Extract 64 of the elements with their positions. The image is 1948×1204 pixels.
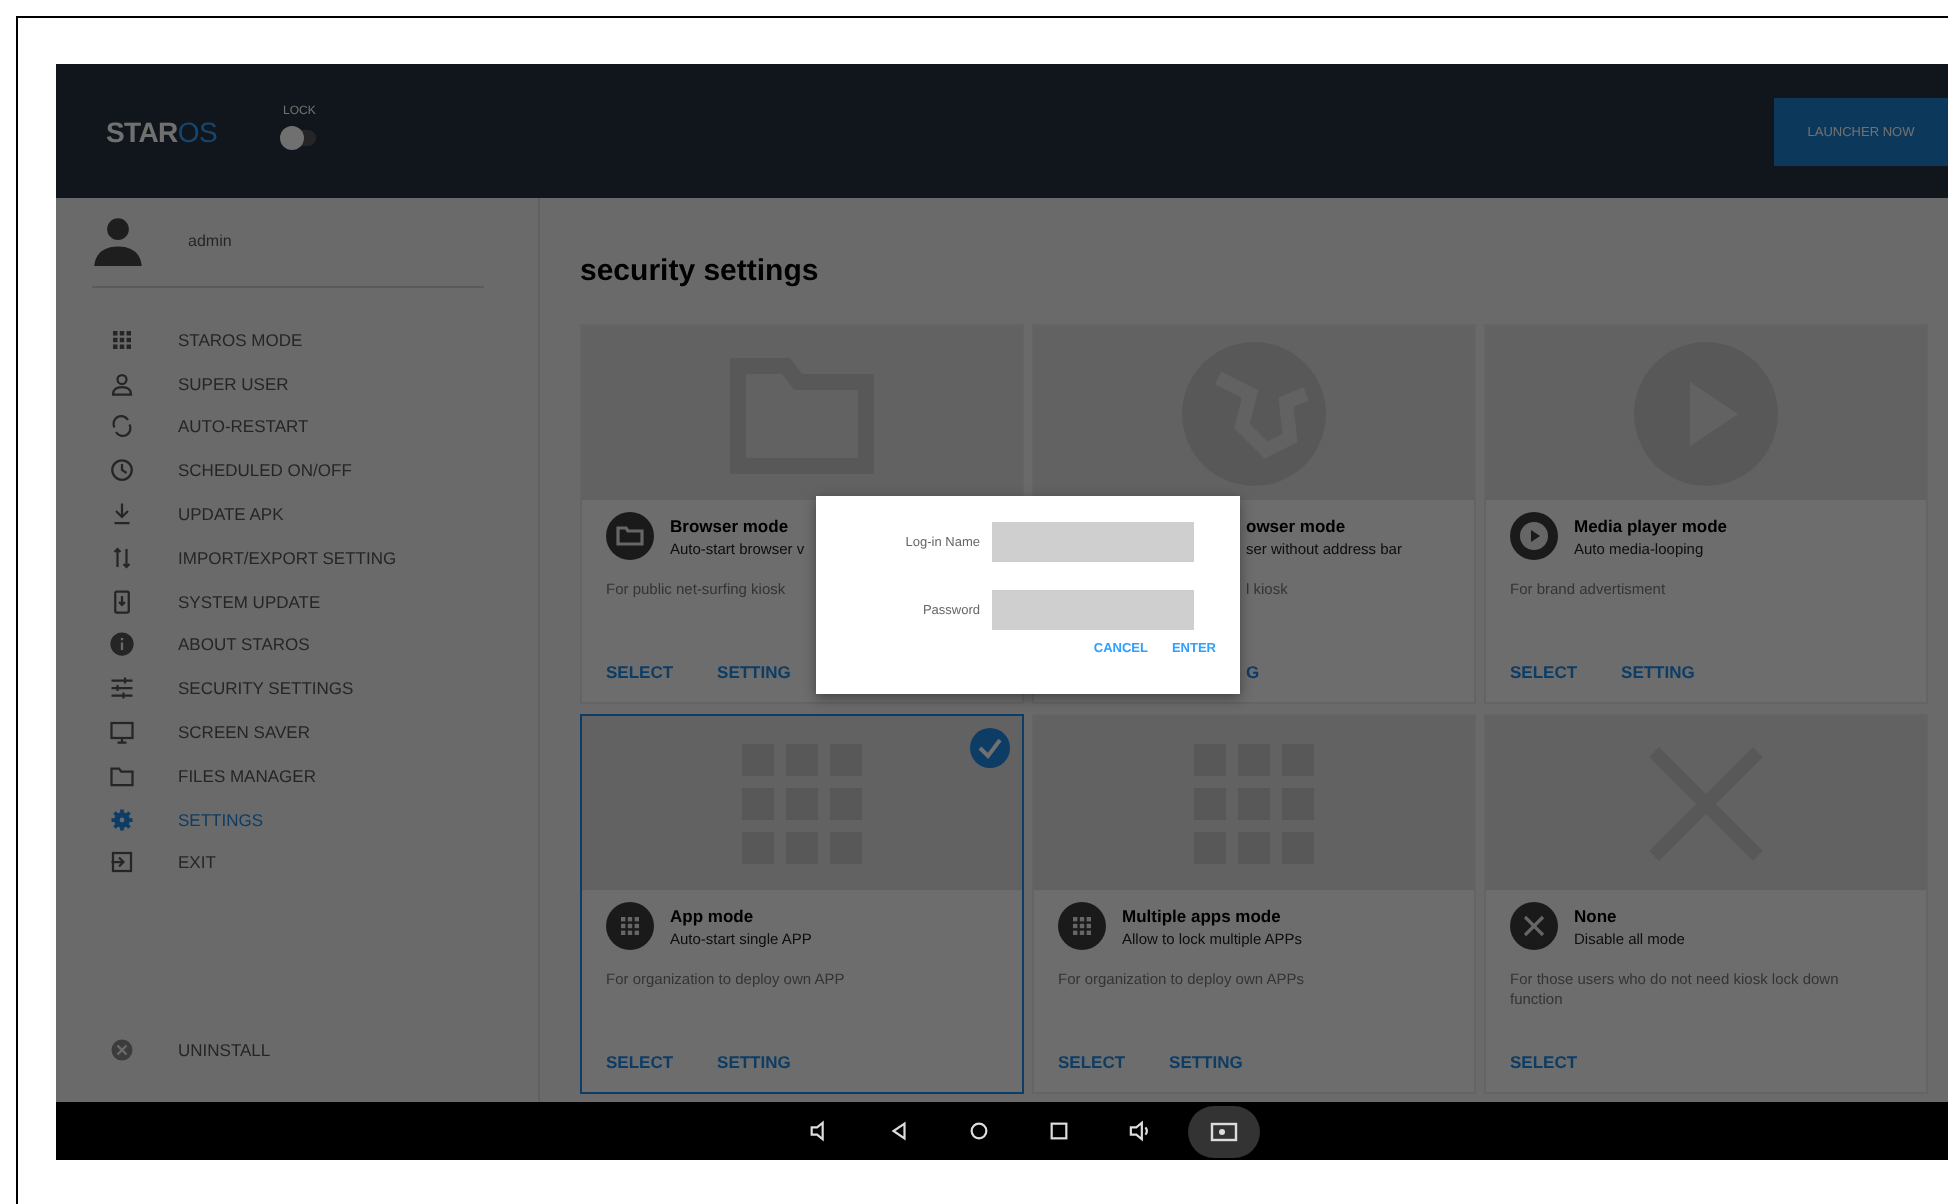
- mode-action-link[interactable]: SETTING: [717, 1052, 791, 1072]
- sliders-icon: [110, 676, 134, 701]
- clock-icon: [110, 458, 134, 483]
- volume-up-icon[interactable]: [1128, 1120, 1152, 1142]
- grid-icon: [1058, 902, 1106, 950]
- info-icon: [110, 632, 134, 657]
- sidebar-item[interactable]: FILES MANAGER: [56, 753, 538, 798]
- person-icon: [110, 371, 134, 396]
- volume-down-icon[interactable]: [808, 1120, 830, 1142]
- grid-icon: [606, 902, 654, 950]
- arrows-icon: [110, 545, 134, 570]
- mode-action-link[interactable]: SETTING: [1169, 1052, 1243, 1072]
- folder-icon: [110, 763, 134, 788]
- mode-action-link[interactable]: G: [1246, 662, 1260, 682]
- mode-title: Multiple apps mode: [1122, 905, 1283, 925]
- back-icon[interactable]: [888, 1120, 910, 1142]
- sidebar-item[interactable]: AUTO-RESTART: [56, 405, 538, 449]
- mode-title: Media player mode: [1574, 515, 1728, 535]
- mode-action-link[interactable]: SETTING: [717, 662, 791, 682]
- mode-action-link[interactable]: SELECT: [1510, 1052, 1578, 1072]
- gear-icon: [110, 807, 134, 832]
- staros-logo: STAROS: [106, 115, 218, 147]
- sidebar-item[interactable]: SCHEDULED ON/OFF: [56, 448, 538, 493]
- grid-icon: [110, 327, 134, 352]
- user-name: admin: [188, 231, 232, 249]
- mode-title: App mode: [670, 905, 756, 925]
- mode-action-link[interactable]: SELECT: [1058, 1052, 1126, 1072]
- monitor-icon: [110, 720, 134, 745]
- sidebar-item[interactable]: UPDATE APK: [56, 492, 538, 536]
- sidebar-item[interactable]: SETTINGS: [56, 797, 538, 842]
- download-icon: [110, 502, 134, 527]
- screenshot-icon: [1210, 1121, 1238, 1141]
- uninstall-item[interactable]: UNINSTALL: [56, 1038, 538, 1062]
- sidebar-item[interactable]: SUPER USER: [56, 361, 538, 406]
- mode-title: None: [1574, 905, 1619, 925]
- close-icon: [1510, 902, 1558, 950]
- sidebar-item[interactable]: SECURITY SETTINGS: [56, 666, 538, 711]
- mode-action-link[interactable]: SELECT: [606, 662, 674, 682]
- recents-icon[interactable]: [1048, 1120, 1070, 1142]
- mode-title: Browser mode: [670, 515, 791, 535]
- sidebar-item[interactable]: IMPORT/EXPORT SETTING: [56, 535, 538, 580]
- sidebar-item[interactable]: STAROS MODE: [56, 318, 538, 362]
- input-field[interactable]: [992, 590, 1194, 630]
- exit-icon: [110, 850, 134, 875]
- folder-icon: [606, 512, 654, 560]
- mode-action-link[interactable]: SELECT: [606, 1052, 674, 1072]
- page-title: security settings: [580, 254, 821, 288]
- sidebar-item[interactable]: ABOUT STAROS: [56, 623, 538, 667]
- sidebar-item[interactable]: SCREEN SAVER: [56, 710, 538, 754]
- checkmark-icon: [970, 728, 1010, 768]
- close-circle-icon: [110, 1038, 134, 1062]
- home-icon[interactable]: [968, 1120, 990, 1142]
- mode-title: owser mode: [1246, 515, 1348, 535]
- play-icon: [1510, 512, 1558, 560]
- sidebar-item[interactable]: EXIT: [56, 841, 538, 885]
- refresh-icon: [110, 414, 134, 439]
- mode-action-link[interactable]: SELECT: [1510, 662, 1578, 682]
- screenshot-button[interactable]: [1188, 1105, 1260, 1157]
- user-avatar-icon: [92, 214, 144, 266]
- sidebar-item[interactable]: SYSTEM UPDATE: [56, 579, 538, 624]
- lock-toggle[interactable]: [283, 129, 316, 145]
- phone-icon: [110, 589, 134, 614]
- input-field[interactable]: [992, 522, 1194, 562]
- mode-action-link[interactable]: SETTING: [1621, 662, 1695, 682]
